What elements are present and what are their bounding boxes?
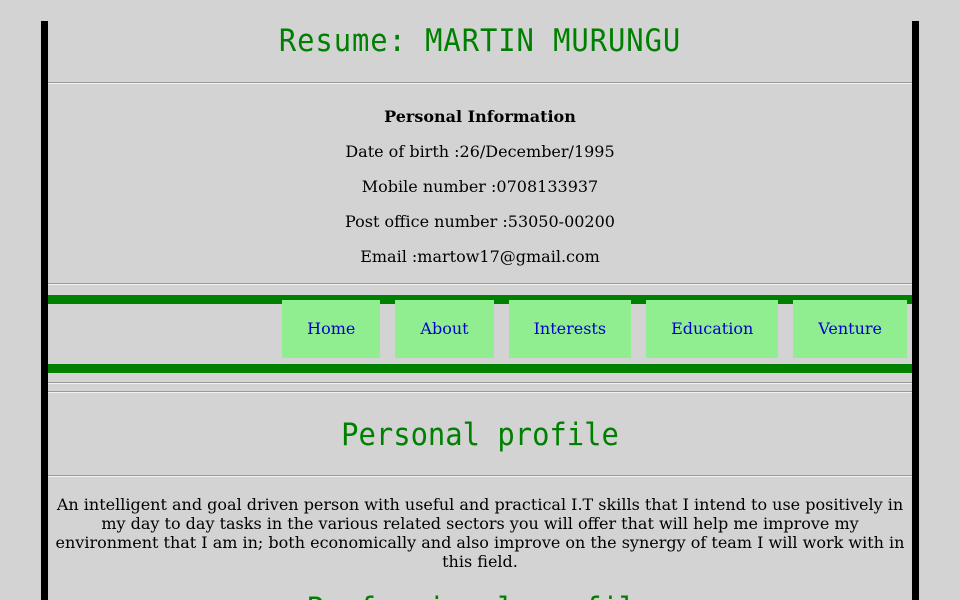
post-office-number: Post office number :53050-00200 (345, 212, 615, 231)
nav-about-link[interactable]: About (395, 300, 494, 358)
nav-interests-link[interactable]: Interests (508, 300, 632, 358)
resume-page: Resume: MARTIN MURUNGU Personal Informat… (41, 21, 919, 600)
personal-profile-text: An intelligent and goal driven person wi… (55, 495, 905, 571)
email: Email :martow17@gmail.com (360, 247, 600, 266)
date-of-birth: Date of birth :26/December/1995 (345, 142, 615, 161)
personal-profile-title: Personal profile (341, 417, 619, 453)
nav-list: Home About Interests Education Venture (282, 300, 907, 358)
professional-profile-title: Professional profile (78, 589, 882, 600)
divider (48, 382, 912, 384)
nav-home-link[interactable]: Home (282, 300, 381, 358)
nav-bar: Home About Interests Education Venture (48, 295, 912, 373)
personal-info-heading: Personal Information (384, 107, 576, 126)
resume-title: Resume: MARTIN MURUNGU (278, 23, 682, 59)
mobile-number: Mobile number :0708133937 (361, 177, 599, 196)
nav-education-link[interactable]: Education (646, 300, 779, 358)
divider (48, 283, 912, 285)
nav-venture-link[interactable]: Venture (793, 300, 907, 358)
personal-info-section: Personal Information Date of birth :26/D… (48, 84, 912, 267)
